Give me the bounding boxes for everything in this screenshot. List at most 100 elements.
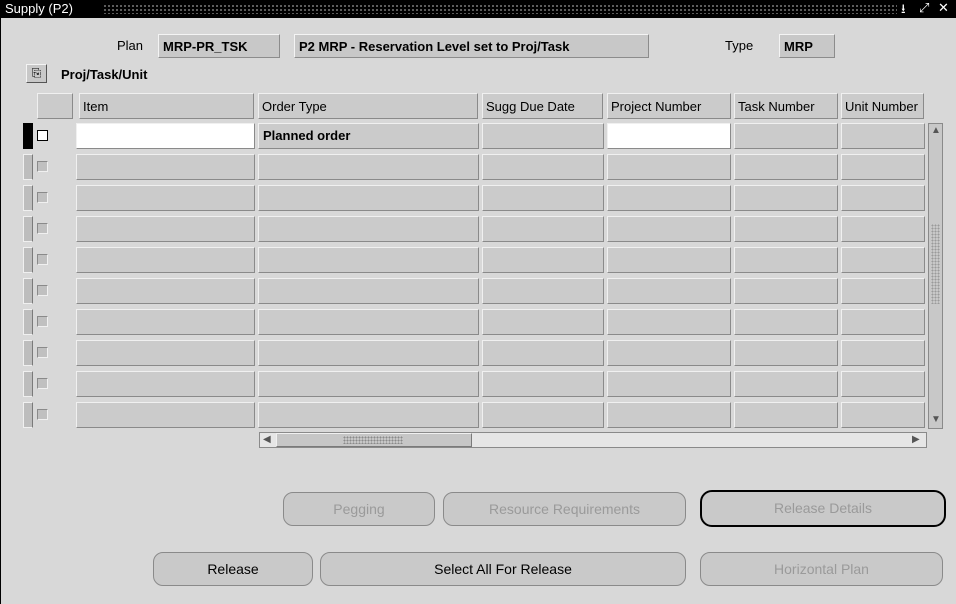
cell-task-number[interactable] (734, 309, 838, 335)
row-indicator[interactable] (23, 185, 33, 211)
row-indicator[interactable] (23, 154, 33, 180)
cell-item[interactable] (76, 123, 255, 149)
cell-project-number[interactable] (607, 185, 731, 211)
cell-task-number[interactable] (734, 154, 838, 180)
row-select-checkbox[interactable] (37, 347, 48, 358)
cell-order-type[interactable]: Planned order (258, 123, 479, 149)
cell-unit-number[interactable] (841, 309, 925, 335)
cell-unit-number[interactable] (841, 340, 925, 366)
cell-task-number[interactable] (734, 278, 838, 304)
cell-order-type[interactable] (258, 371, 479, 397)
cell-project-number[interactable] (607, 216, 731, 242)
cell-unit-number[interactable] (841, 154, 925, 180)
minimize-icon[interactable]: ⭳ (901, 0, 906, 22)
column-header-sugg-due-date[interactable]: Sugg Due Date (482, 93, 603, 119)
cell-item[interactable] (76, 247, 255, 273)
cell-sugg-due-date[interactable] (482, 278, 604, 304)
column-header-task-number[interactable]: Task Number (734, 93, 838, 119)
row-indicator[interactable] (23, 309, 33, 335)
type-field[interactable]: MRP (779, 34, 835, 58)
column-header-unit-number[interactable]: Unit Number (841, 93, 924, 119)
row-select-checkbox[interactable] (37, 192, 48, 203)
cell-task-number[interactable] (734, 216, 838, 242)
row-select-checkbox[interactable] (37, 378, 48, 389)
cell-order-type[interactable] (258, 309, 479, 335)
maximize-icon[interactable]: ⤢ (919, 0, 929, 16)
vertical-scrollbar[interactable]: ▲ ▼ (928, 123, 943, 429)
cell-item[interactable] (76, 154, 255, 180)
plan-description-field[interactable]: P2 MRP - Reservation Level set to Proj/T… (294, 34, 649, 58)
cell-project-number[interactable] (607, 371, 731, 397)
cell-item[interactable] (76, 278, 255, 304)
cell-task-number[interactable] (734, 185, 838, 211)
cell-unit-number[interactable] (841, 402, 925, 428)
cell-item[interactable] (76, 309, 255, 335)
cell-sugg-due-date[interactable] (482, 371, 604, 397)
row-indicator[interactable] (23, 216, 33, 242)
column-header-order-type[interactable]: Order Type (258, 93, 478, 119)
cell-project-number[interactable] (607, 154, 731, 180)
cell-item[interactable] (76, 185, 255, 211)
cell-task-number[interactable] (734, 123, 838, 149)
cell-project-number[interactable] (607, 247, 731, 273)
row-select-checkbox[interactable] (37, 161, 48, 172)
cell-sugg-due-date[interactable] (482, 216, 604, 242)
cell-item[interactable] (76, 216, 255, 242)
cell-sugg-due-date[interactable] (482, 154, 604, 180)
cell-project-number[interactable] (607, 402, 731, 428)
row-indicator[interactable] (23, 371, 33, 397)
row-select-checkbox[interactable] (37, 130, 48, 141)
cell-unit-number[interactable] (841, 185, 925, 211)
scroll-down-icon[interactable]: ▼ (931, 414, 941, 425)
resource-requirements-button[interactable]: Resource Requirements (443, 492, 686, 526)
row-indicator[interactable] (23, 247, 33, 273)
title-bar[interactable]: Supply (P2) ⭳ ⤢ ✕ (1, 0, 956, 18)
cell-order-type[interactable] (258, 247, 479, 273)
folder-tool-icon[interactable]: ⎘ (26, 64, 47, 83)
cell-unit-number[interactable] (841, 278, 925, 304)
cell-unit-number[interactable] (841, 123, 925, 149)
row-select-checkbox[interactable] (37, 285, 48, 296)
horizontal-plan-button[interactable]: Horizontal Plan (700, 552, 943, 586)
horizontal-scroll-thumb[interactable] (276, 433, 472, 447)
cell-sugg-due-date[interactable] (482, 402, 604, 428)
cell-sugg-due-date[interactable] (482, 185, 604, 211)
cell-project-number[interactable] (607, 309, 731, 335)
cell-sugg-due-date[interactable] (482, 340, 604, 366)
select-all-header[interactable] (37, 93, 73, 119)
cell-sugg-due-date[interactable] (482, 123, 604, 149)
cell-item[interactable] (76, 371, 255, 397)
row-indicator[interactable] (23, 123, 33, 149)
cell-unit-number[interactable] (841, 216, 925, 242)
scroll-right-icon[interactable]: ▶ (912, 434, 920, 445)
cell-unit-number[interactable] (841, 247, 925, 273)
pegging-button[interactable]: Pegging (283, 492, 435, 526)
row-indicator[interactable] (23, 402, 33, 428)
cell-project-number[interactable] (607, 340, 731, 366)
cell-sugg-due-date[interactable] (482, 247, 604, 273)
release-button[interactable]: Release (153, 552, 313, 586)
row-select-checkbox[interactable] (37, 409, 48, 420)
cell-project-number[interactable] (607, 123, 731, 149)
cell-sugg-due-date[interactable] (482, 309, 604, 335)
cell-item[interactable] (76, 340, 255, 366)
scroll-up-icon[interactable]: ▲ (931, 125, 941, 136)
plan-field[interactable]: MRP-PR_TSK (158, 34, 280, 58)
cell-order-type[interactable] (258, 216, 479, 242)
select-all-for-release-button[interactable]: Select All For Release (320, 552, 686, 586)
cell-task-number[interactable] (734, 371, 838, 397)
column-header-project-number[interactable]: Project Number (607, 93, 731, 119)
close-icon[interactable]: ✕ (938, 0, 949, 16)
row-indicator[interactable] (23, 278, 33, 304)
cell-order-type[interactable] (258, 278, 479, 304)
cell-unit-number[interactable] (841, 371, 925, 397)
cell-task-number[interactable] (734, 402, 838, 428)
cell-project-number[interactable] (607, 278, 731, 304)
cell-task-number[interactable] (734, 247, 838, 273)
column-header-item[interactable]: Item (79, 93, 254, 119)
row-select-checkbox[interactable] (37, 254, 48, 265)
row-select-checkbox[interactable] (37, 223, 48, 234)
cell-order-type[interactable] (258, 402, 479, 428)
row-indicator[interactable] (23, 340, 33, 366)
release-details-button[interactable]: Release Details (700, 490, 946, 527)
